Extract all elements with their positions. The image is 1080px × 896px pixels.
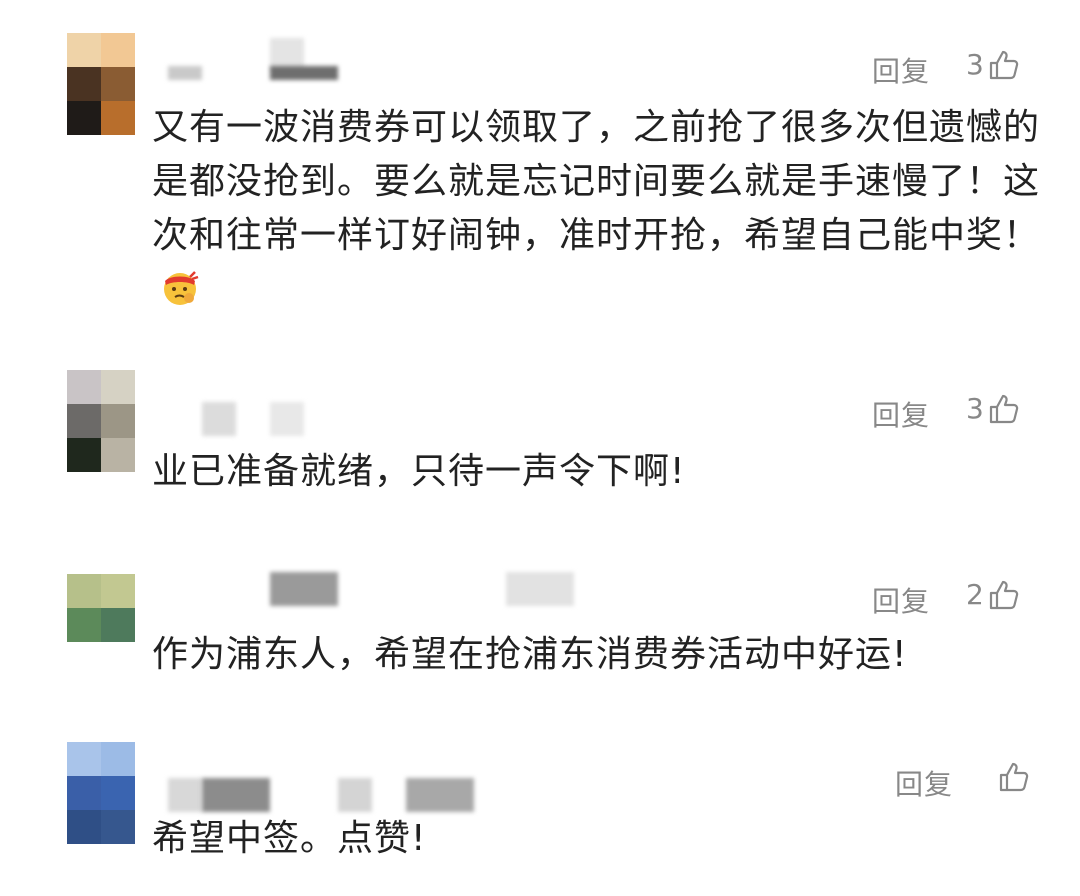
reply-button[interactable]: 回复 <box>895 763 953 803</box>
username-blurred[interactable] <box>152 38 612 88</box>
thinking-face-with-headband-icon <box>160 267 200 307</box>
like-button[interactable]: 2 <box>966 578 1020 611</box>
avatar[interactable] <box>67 33 135 135</box>
reply-button[interactable]: 回复 <box>872 394 930 434</box>
username-blurred[interactable] <box>152 768 612 818</box>
thumbs-up-icon <box>988 579 1020 611</box>
thumbs-up-icon <box>988 49 1020 81</box>
like-count: 3 <box>966 392 984 425</box>
comment-text: 又有一波消费券可以领取了，之前抢了很多次但遗憾的是都没抢到。要么就是忘记时间要么… <box>152 101 1052 317</box>
comment-text: 希望中签。点赞! <box>152 818 427 859</box>
comment-text: 作为浦东人，希望在抢浦东消费券活动中好运! <box>152 634 908 675</box>
like-count: 2 <box>966 578 984 611</box>
reply-button[interactable]: 回复 <box>872 580 930 620</box>
like-button[interactable]: 3 <box>966 48 1020 81</box>
comment-text: 业已准备就绪，只待一声令下啊! <box>152 451 686 492</box>
username-blurred[interactable] <box>152 572 612 622</box>
comment-list: 回复 3 又有一波消费券可以领取了，之前抢了很多次但遗憾的是都没抢到。要么就是忘… <box>0 0 1080 896</box>
reply-button[interactable]: 回复 <box>872 50 930 90</box>
like-button[interactable] <box>994 761 1030 793</box>
thumbs-up-icon <box>998 761 1030 793</box>
like-button[interactable]: 3 <box>966 392 1020 425</box>
thumbs-up-icon <box>988 393 1020 425</box>
avatar[interactable] <box>67 742 135 844</box>
avatar[interactable] <box>67 574 135 642</box>
username-blurred[interactable] <box>152 386 612 436</box>
avatar[interactable] <box>67 370 135 472</box>
comment-text-content: 又有一波消费券可以领取了，之前抢了很多次但遗憾的是都没抢到。要么就是忘记时间要么… <box>152 107 1041 256</box>
like-count: 3 <box>966 48 984 81</box>
